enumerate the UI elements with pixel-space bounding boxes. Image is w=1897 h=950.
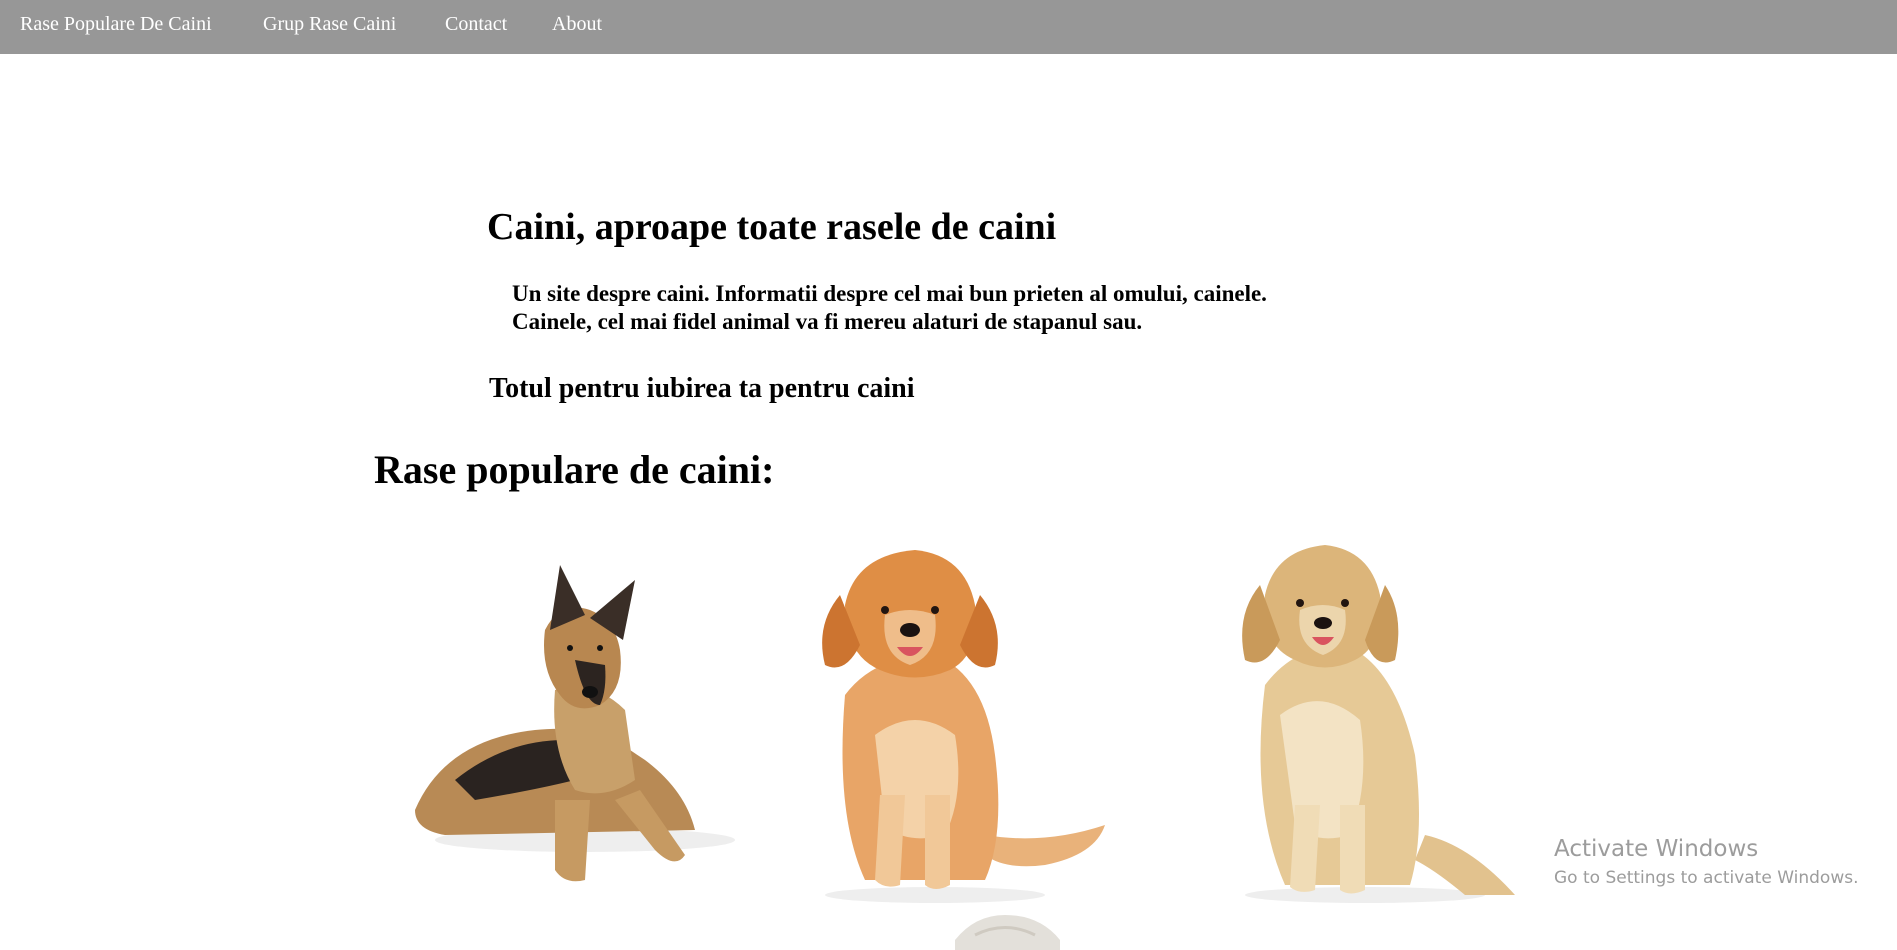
nav-link-contact[interactable]: Contact	[445, 13, 507, 36]
activate-windows-subtitle: Go to Settings to activate Windows.	[1554, 868, 1859, 888]
section-title: Rase populare de caini:	[374, 447, 775, 492]
top-navbar: Rase Populare De Caini Grup Rase Caini C…	[0, 0, 1897, 54]
partial-dog-image[interactable]	[945, 910, 1065, 950]
activate-windows-watermark: Activate Windows Go to Settings to activ…	[1554, 836, 1859, 888]
golden-retriever-light-image[interactable]	[1225, 535, 1515, 905]
intro-line-2: Cainele, cel mai fidel animal va fi mere…	[512, 309, 1143, 334]
nav-link-about[interactable]: About	[552, 13, 602, 36]
activate-windows-title: Activate Windows	[1554, 836, 1759, 862]
nav-link-rase-populare[interactable]: Rase Populare De Caini	[20, 13, 212, 36]
intro-line-1: Un site despre caini. Informatii despre …	[512, 281, 1267, 306]
nav-link-grup-rase[interactable]: Grup Rase Caini	[263, 13, 396, 36]
golden-retriever-red-image[interactable]	[785, 535, 1115, 905]
intro-text: Un site despre caini. Informatii despre …	[512, 280, 1267, 336]
german-shepherd-image[interactable]	[385, 540, 745, 900]
page-title: Caini, aproape toate rasele de caini	[487, 206, 1057, 248]
tagline: Totul pentru iubirea ta pentru caini	[489, 373, 915, 404]
